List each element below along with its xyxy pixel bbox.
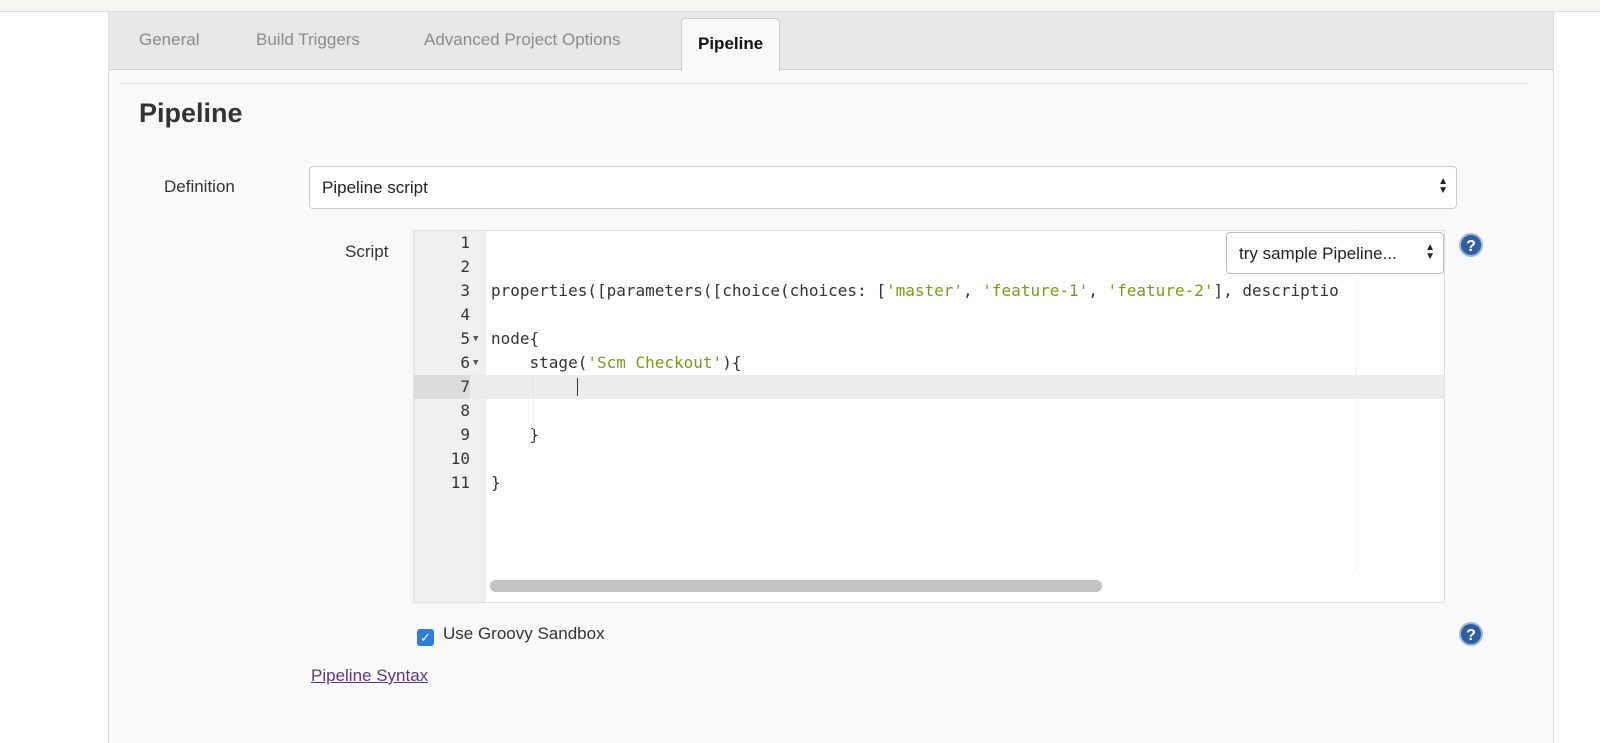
line-number: 4 [460,305,470,324]
code-line: 3 properties([parameters([choice(choices:… [414,279,1444,303]
code-line: 5 ▼ node{ [414,327,1444,351]
tab-advanced-project-options[interactable]: Advanced Project Options [424,30,621,50]
string-literal: 'Scm Checkout' [587,353,723,372]
line-number: 7 [414,375,470,399]
code-text: node{ [491,327,539,351]
tab-pipeline[interactable]: Pipeline [681,18,781,71]
code-token: node{ [491,329,540,348]
code-token: ){ [722,353,742,372]
code-token: stage( [491,353,588,372]
definition-label: Definition [164,177,235,196]
definition-select[interactable]: Pipeline script ▲ ▼ [309,166,1457,209]
section-title: Pipeline [139,98,243,128]
code-token: , [963,281,983,300]
code-line: 9 } [414,423,1444,447]
script-label: Script [345,242,389,261]
groovy-sandbox-label: Use Groovy Sandbox [443,624,605,643]
code-token: , [1088,281,1108,300]
help-icon[interactable]: ? [1459,233,1483,257]
tab-build-triggers[interactable]: Build Triggers [256,30,360,50]
code-text: properties([parameters([choice(choices: … [491,279,1339,303]
code-line: 7 [414,375,1444,399]
code-token: properties([parameters([choice(choices: … [491,281,886,300]
script-editor[interactable]: 1 2 3 properties([parameters([choice(choice… [413,230,1445,603]
code-line: 8 [414,399,1444,423]
help-icon[interactable]: ? [1459,622,1483,646]
top-strip [0,0,1600,12]
horizontal-scrollbar[interactable] [490,580,1102,592]
code-line: 4 [414,303,1444,327]
code-token: } [491,473,501,492]
code-text: } [491,423,540,447]
string-literal: 'feature-2' [1107,281,1214,300]
code-line: 6 ▼ stage('Scm Checkout'){ [414,351,1444,375]
line-number: 3 [460,281,470,300]
line-number: 2 [460,257,470,276]
line-number: 11 [450,473,470,492]
fold-arrow-icon[interactable]: ▼ [473,351,478,375]
try-sample-pipeline-select[interactable]: try sample Pipeline... ▲ ▼ [1226,232,1444,274]
divider [119,83,1529,84]
code-line: 10 [414,447,1444,471]
tab-bar: General Build Triggers Advanced Project … [109,12,1553,71]
code-text: } [491,471,501,495]
definition-value: Pipeline script [322,178,428,197]
line-number: 1 [460,233,470,252]
code-token: } [491,425,540,444]
tab-general[interactable]: General [139,30,199,50]
code-line: 11} [414,471,1444,495]
config-panel: General Build Triggers Advanced Project … [108,12,1554,743]
line-number: 6 [460,353,470,372]
select-arrows-icon: ▲ ▼ [1438,176,1448,196]
text-cursor [577,378,578,396]
sample-select-value: try sample Pipeline... [1239,244,1397,263]
fold-arrow-icon[interactable]: ▼ [473,327,478,351]
string-literal: 'feature-1' [982,281,1089,300]
line-number: 8 [460,401,470,420]
line-number: 5 [460,329,470,348]
code-text: stage('Scm Checkout'){ [491,351,742,375]
groovy-sandbox-checkbox[interactable]: ✓ [417,629,434,646]
pipeline-syntax-link[interactable]: Pipeline Syntax [311,666,428,686]
line-number: 9 [460,425,470,444]
string-literal: 'master' [885,281,964,300]
indent-guide [533,376,534,441]
code-token: ], descriptio [1213,281,1339,300]
line-number: 10 [450,449,470,468]
select-arrows-icon: ▲ ▼ [1425,242,1435,262]
